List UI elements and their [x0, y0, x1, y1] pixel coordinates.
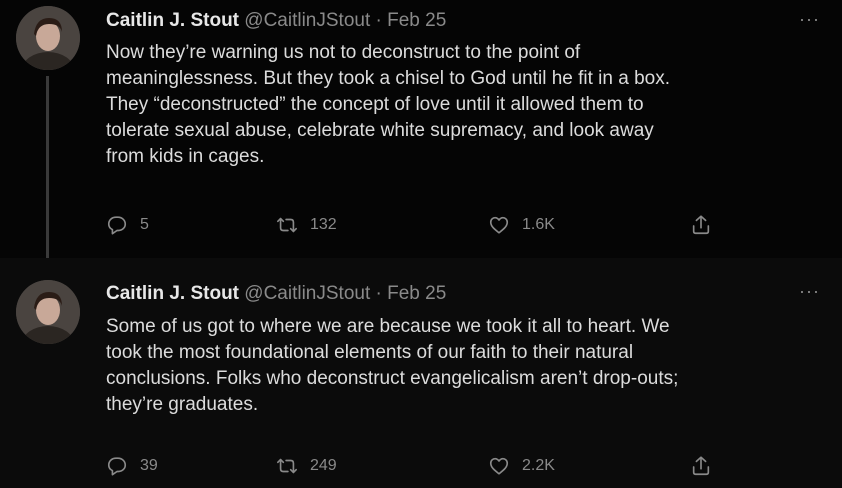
separator-dot: ·: [375, 10, 382, 31]
avatar[interactable]: [16, 6, 80, 70]
retweet-button[interactable]: 132: [276, 212, 337, 238]
tweet-text: Some of us got to where we are because w…: [106, 316, 679, 415]
thread-connector-line: [46, 76, 49, 258]
tweet-date[interactable]: Feb 25: [387, 283, 446, 304]
retweet-icon: [277, 217, 297, 233]
tweet[interactable]: Caitlin J. Stout @CaitlinJStout · Feb 25…: [0, 258, 842, 488]
reply-count: 39: [140, 457, 158, 474]
retweet-button[interactable]: 249: [276, 453, 337, 479]
reply-count: 5: [140, 216, 149, 233]
heart-icon: [489, 216, 509, 234]
heart-icon: [489, 457, 509, 475]
tweet-text: Now they’re warning us not to deconstruc…: [106, 42, 670, 167]
avatar-image: [16, 6, 80, 70]
like-count: 2.2K: [522, 457, 555, 474]
retweet-icon: [277, 458, 297, 474]
like-button[interactable]: 2.2K: [488, 453, 555, 479]
like-button[interactable]: 1.6K: [488, 212, 555, 238]
share-icon: [692, 215, 710, 235]
avatar-image: [16, 280, 80, 344]
tweet-date[interactable]: Feb 25: [387, 10, 446, 31]
reply-button[interactable]: 39: [106, 453, 158, 479]
author-handle[interactable]: @CaitlinJStout: [244, 10, 370, 31]
author-handle[interactable]: @CaitlinJStout: [244, 283, 370, 304]
share-button[interactable]: [690, 212, 724, 238]
tweet-actions: 5 132 1.6K: [106, 212, 746, 238]
author-name[interactable]: Caitlin J. Stout: [106, 10, 239, 31]
avatar[interactable]: [16, 280, 80, 344]
reply-icon: [107, 457, 127, 476]
reply-icon: [107, 216, 127, 235]
tweet-header: Caitlin J. Stout @CaitlinJStout · Feb 25: [106, 9, 782, 33]
more-options-icon[interactable]: ···: [799, 10, 820, 28]
separator-dot: ·: [375, 283, 382, 304]
reply-button[interactable]: 5: [106, 212, 149, 238]
retweet-count: 132: [310, 216, 337, 233]
author-name[interactable]: Caitlin J. Stout: [106, 283, 239, 304]
more-options-icon[interactable]: ···: [799, 282, 820, 300]
share-icon: [692, 456, 710, 476]
tweet-actions: 39 249 2.2K: [106, 453, 746, 479]
share-button[interactable]: [690, 453, 724, 479]
like-count: 1.6K: [522, 216, 555, 233]
tweet-header: Caitlin J. Stout @CaitlinJStout · Feb 25: [106, 282, 782, 306]
retweet-count: 249: [310, 457, 337, 474]
tweet[interactable]: Caitlin J. Stout @CaitlinJStout · Feb 25…: [0, 0, 842, 258]
